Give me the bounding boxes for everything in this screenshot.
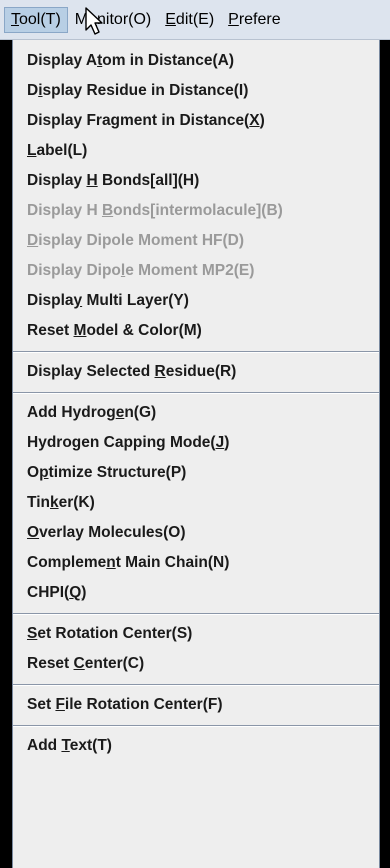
menu-item-optimize-structure[interactable]: Optimize Structure(P) bbox=[13, 458, 379, 488]
menu-item-set-rotation-center[interactable]: Set Rotation Center(S) bbox=[13, 619, 379, 649]
menu-separator bbox=[13, 392, 379, 394]
menu-item-add-hydrogen[interactable]: Add Hydrogen(G) bbox=[13, 398, 379, 428]
mouse-pointer-icon bbox=[85, 7, 103, 35]
menu-bar: Tool(T)Monitor(O)Edit(E)Prefere bbox=[0, 0, 390, 40]
menu-item-display-selected-residue[interactable]: Display Selected Residue(R) bbox=[13, 357, 379, 387]
menu-item-display-dipole-moment-mp2: Display Dipole Moment MP2(E) bbox=[27, 262, 255, 279]
menu-item-add-text[interactable]: Add Text(T) bbox=[13, 731, 379, 761]
menubar-item-monitor[interactable]: Monitor(O) bbox=[68, 7, 158, 33]
menu-item-overlay-molecules[interactable]: Overlay Molecules(O) bbox=[13, 518, 379, 548]
menu-item-display-h-bonds-all[interactable]: Display H Bonds[all](H) bbox=[13, 166, 379, 196]
menu-separator bbox=[13, 351, 379, 353]
menubar-item-edit[interactable]: Edit(E) bbox=[158, 7, 221, 33]
menu-item-display-atom-in-distance[interactable]: Display Atom in Distance(A) bbox=[13, 46, 379, 76]
menu-separator bbox=[13, 613, 379, 615]
tool-dropdown-menu: Display Atom in Distance(A) Display Resid… bbox=[12, 40, 380, 868]
menu-item-display-fragment-in-distance[interactable]: Display Fragment in Distance(X) bbox=[13, 106, 379, 136]
menubar-item-prefere[interactable]: Prefere bbox=[221, 7, 287, 33]
menu-item-label[interactable]: Label(L) bbox=[13, 136, 379, 166]
menu-item-display-residue-in-distance[interactable]: Display Residue in Distance(I) bbox=[13, 76, 379, 106]
menu-item-reset-model-color[interactable]: Reset Model & Color(M) bbox=[13, 316, 379, 346]
menu-item-chpi[interactable]: CHPI(Q) bbox=[13, 578, 379, 608]
menu-item-display-multi-layer[interactable]: Display Multi Layer(Y) bbox=[13, 286, 379, 316]
menu-item-tinker[interactable]: Tinker(K) bbox=[13, 488, 379, 518]
menu-item-display-dipole-moment-hf: Display Dipole Moment HF(D) bbox=[27, 232, 245, 249]
menubar-item-tool[interactable]: Tool(T) bbox=[4, 6, 68, 33]
menu-item-display-h-bonds-intermolacule: Display H Bonds[intermolacule](B) bbox=[27, 202, 283, 219]
menu-separator bbox=[13, 684, 379, 686]
menu-item-set-file-rotation-center[interactable]: Set File Rotation Center(F) bbox=[13, 690, 379, 720]
menu-item-hydrogen-capping-mode[interactable]: Hydrogen Capping Mode(J) bbox=[13, 428, 379, 458]
menu-item-reset-center[interactable]: Reset Center(C) bbox=[13, 649, 379, 679]
menu-item-complement-main-chain[interactable]: Complement Main Chain(N) bbox=[13, 548, 379, 578]
menu-separator bbox=[13, 725, 379, 727]
